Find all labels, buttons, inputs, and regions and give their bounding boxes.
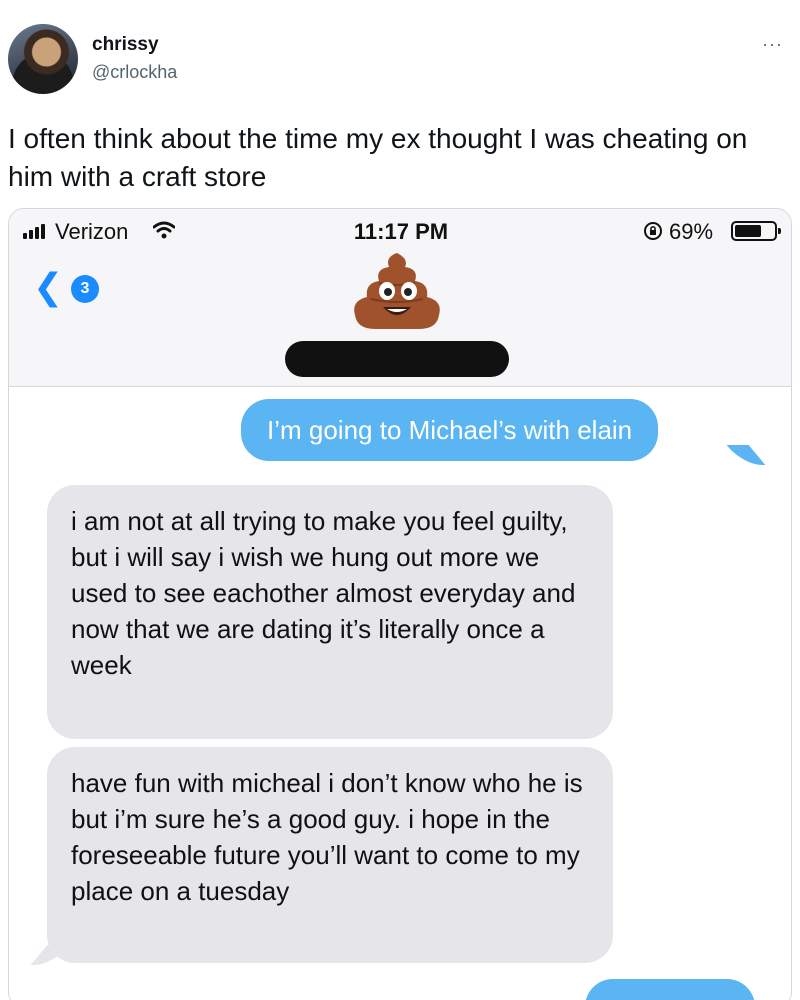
battery-icon <box>731 221 781 241</box>
bubble-tail <box>726 445 766 465</box>
message-bubble-received[interactable]: have fun with micheal i don’t know who h… <box>47 747 613 963</box>
back-chevron-icon[interactable]: ❮ <box>33 269 63 305</box>
user-handle[interactable]: @crlockha <box>92 62 177 83</box>
message-bubble-sent[interactable]: I’m going to Michael’s with elain <box>241 399 659 461</box>
more-dots-icon[interactable]: ··· <box>762 34 783 55</box>
unread-count-badge[interactable]: 3 <box>71 275 99 303</box>
message-bubble-sent-partial[interactable] <box>585 979 755 1000</box>
chat-header: Verizon 11:17 PM 69% ❮ 3 <box>9 209 791 387</box>
battery-percent: 69% <box>669 219 714 244</box>
pile-of-poo-emoji-icon[interactable] <box>349 249 445 333</box>
user-avatar[interactable] <box>8 24 78 94</box>
tweet-text: I often think about the time my ex thoug… <box>8 123 748 192</box>
status-bar: Verizon 11:17 PM 69% <box>9 219 791 245</box>
display-name[interactable]: chrissy <box>92 34 159 56</box>
message-bubble-received[interactable]: i am not at all trying to make you feel … <box>47 485 613 739</box>
redacted-contact-name <box>285 341 509 377</box>
embedded-screenshot[interactable]: Verizon 11:17 PM 69% ❮ 3 I’m going to Mi… <box>8 208 792 1000</box>
rotation-lock-icon <box>644 222 662 240</box>
